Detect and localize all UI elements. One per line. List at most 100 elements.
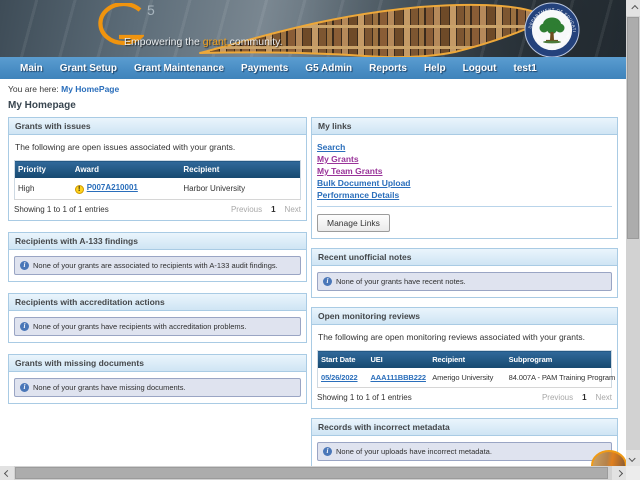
scroll-left-button[interactable] xyxy=(0,466,14,480)
info-message: None of your uploads have incorrect meta… xyxy=(336,447,492,456)
previous-page-button[interactable]: Previous xyxy=(542,393,573,402)
panel-a133-findings: Recipients with A-133 findings None of y… xyxy=(8,232,307,282)
info-icon xyxy=(20,383,29,392)
panel-incorrect-metadata: Records with incorrect metadata None of … xyxy=(311,418,618,468)
manage-links-button[interactable]: Manage Links xyxy=(317,214,390,232)
info-message: None of your grants are associated to re… xyxy=(33,261,278,270)
link-my-team-grants[interactable]: My Team Grants xyxy=(317,165,612,177)
panel-missing-documents: Grants with missing documents None of yo… xyxy=(8,354,307,404)
award-link[interactable]: P007A210001 xyxy=(87,183,138,192)
cell-start-date: 05/26/2022 xyxy=(318,368,368,388)
page-number-1[interactable]: 1 xyxy=(271,205,275,214)
panel-title: Records with incorrect metadata xyxy=(312,419,617,436)
panel-accreditation-actions: Recipients with accreditation actions No… xyxy=(8,293,307,343)
divider xyxy=(317,206,612,207)
grants-issues-table: Priority Award Recipient High P007A21000… xyxy=(14,160,301,200)
panel-grants-with-issues: Grants with issues The following are ope… xyxy=(8,117,307,221)
table-row: 05/26/2022 AAA111BBB222 Amerigo Universi… xyxy=(318,368,612,388)
nav-item-logout[interactable]: Logout xyxy=(463,63,497,74)
column-header-uei: UEI xyxy=(367,351,429,369)
info-message-box: None of your grants have missing documen… xyxy=(14,378,301,397)
monitoring-reviews-table: Start Date UEI Recipient Subprogram 05/2… xyxy=(317,350,612,388)
panel-title: Grants with issues xyxy=(9,118,306,135)
info-icon xyxy=(323,277,332,286)
info-message-box: None of your grants are associated to re… xyxy=(14,256,301,275)
breadcrumb-label: You are here: xyxy=(8,84,59,94)
panel-recent-unofficial-notes: Recent unofficial notes None of your gra… xyxy=(311,248,618,298)
panel-title: Open monitoring reviews xyxy=(312,308,617,325)
info-message-box: None of your uploads have incorrect meta… xyxy=(317,442,612,461)
info-message-box: None of your grants have recipients with… xyxy=(14,317,301,336)
link-my-grants[interactable]: My Grants xyxy=(317,153,612,165)
panel-my-links: My links Search My Grants My Team Grants… xyxy=(311,117,618,239)
panel-title: My links xyxy=(312,118,617,135)
department-of-education-seal-icon: DEPARTMENT OF EDUCATION UNITED STATES OF… xyxy=(524,2,580,57)
info-message: None of your grants have recent notes. xyxy=(336,277,466,286)
chevron-left-icon xyxy=(3,469,10,476)
panel-title: Recent unofficial notes xyxy=(312,249,617,266)
nav-item-grant-maintenance[interactable]: Grant Maintenance xyxy=(134,63,224,74)
tagline: Empowering the grant community. xyxy=(124,36,283,48)
g5-logo-five: 5 xyxy=(147,2,156,18)
bookshelf-swoosh-image xyxy=(195,0,547,57)
info-icon xyxy=(323,447,332,456)
vertical-scrollbar-thumb[interactable] xyxy=(627,17,639,239)
link-performance-details[interactable]: Performance Details xyxy=(317,189,612,201)
link-bulk-document-upload[interactable]: Bulk Document Upload xyxy=(317,177,612,189)
scroll-down-button[interactable] xyxy=(626,450,640,466)
page-title: My Homepage xyxy=(8,100,618,111)
panel-title: Recipients with A-133 findings xyxy=(9,233,306,250)
scroll-up-button[interactable] xyxy=(626,0,640,16)
column-header-award: Award xyxy=(72,161,181,179)
info-icon xyxy=(20,261,29,270)
info-message-box: None of your grants have recent notes. xyxy=(317,272,612,291)
uei-link[interactable]: AAA111BBB222 xyxy=(370,373,426,382)
column-header-recipient: Recipient xyxy=(180,161,300,179)
nav-item-main[interactable]: Main xyxy=(20,63,43,74)
info-message: None of your grants have recipients with… xyxy=(33,322,246,331)
column-header-recipient: Recipient xyxy=(429,351,505,369)
nav-item-g5-admin[interactable]: G5 Admin xyxy=(305,63,352,74)
breadcrumb: You are here: My HomePage xyxy=(8,84,618,94)
nav-item-payments[interactable]: Payments xyxy=(241,63,288,74)
nav-item-reports[interactable]: Reports xyxy=(369,63,407,74)
cell-subprogram: 84.007A - PAM Training Program xyxy=(506,368,612,388)
showing-entries-text: Showing 1 to 1 of 1 entries xyxy=(317,393,412,402)
info-message: None of your grants have missing documen… xyxy=(33,383,186,392)
pagination: Previous 1 Next xyxy=(542,393,612,402)
horizontal-scrollbar[interactable] xyxy=(0,466,626,480)
chevron-up-icon xyxy=(631,4,638,11)
nav-item-help[interactable]: Help xyxy=(424,63,446,74)
panel-description: The following are open issues associated… xyxy=(15,142,300,152)
panel-open-monitoring-reviews: Open monitoring reviews The following ar… xyxy=(311,307,618,409)
start-date-link[interactable]: 05/26/2022 xyxy=(321,373,358,382)
showing-entries-text: Showing 1 to 1 of 1 entries xyxy=(14,205,109,214)
info-icon xyxy=(20,322,29,331)
breadcrumb-link-my-homepage[interactable]: My HomePage xyxy=(61,84,119,94)
cell-priority: High xyxy=(15,178,72,200)
next-page-button[interactable]: Next xyxy=(596,393,612,402)
nav-item-grant-setup[interactable]: Grant Setup xyxy=(60,63,117,74)
panel-description: The following are open monitoring review… xyxy=(318,332,611,342)
cell-uei: AAA111BBB222 xyxy=(367,368,429,388)
scroll-right-button[interactable] xyxy=(612,466,626,480)
panel-title: Grants with missing documents xyxy=(9,355,306,372)
vertical-scrollbar[interactable] xyxy=(626,0,640,466)
pagination: Previous 1 Next xyxy=(231,205,301,214)
main-nav: Main Grant Setup Grant Maintenance Payme… xyxy=(0,57,626,79)
page-content: You are here: My HomePage My Homepage Gr… xyxy=(0,79,626,466)
previous-page-button[interactable]: Previous xyxy=(231,205,262,214)
column-header-start-date: Start Date xyxy=(318,351,368,369)
next-page-button[interactable]: Next xyxy=(285,205,301,214)
panel-title: Recipients with accreditation actions xyxy=(9,294,306,311)
horizontal-scrollbar-thumb[interactable] xyxy=(15,467,608,479)
nav-item-user-test1[interactable]: test1 xyxy=(514,63,537,74)
table-row: High P007A210001 Harbor University xyxy=(15,178,301,200)
link-search[interactable]: Search xyxy=(317,141,612,153)
column-header-priority: Priority xyxy=(15,161,72,179)
cell-award: P007A210001 xyxy=(72,178,181,200)
scrollbar-corner xyxy=(626,466,640,480)
page-number-1[interactable]: 1 xyxy=(582,393,586,402)
warning-icon xyxy=(75,185,84,194)
column-header-subprogram: Subprogram xyxy=(506,351,612,369)
